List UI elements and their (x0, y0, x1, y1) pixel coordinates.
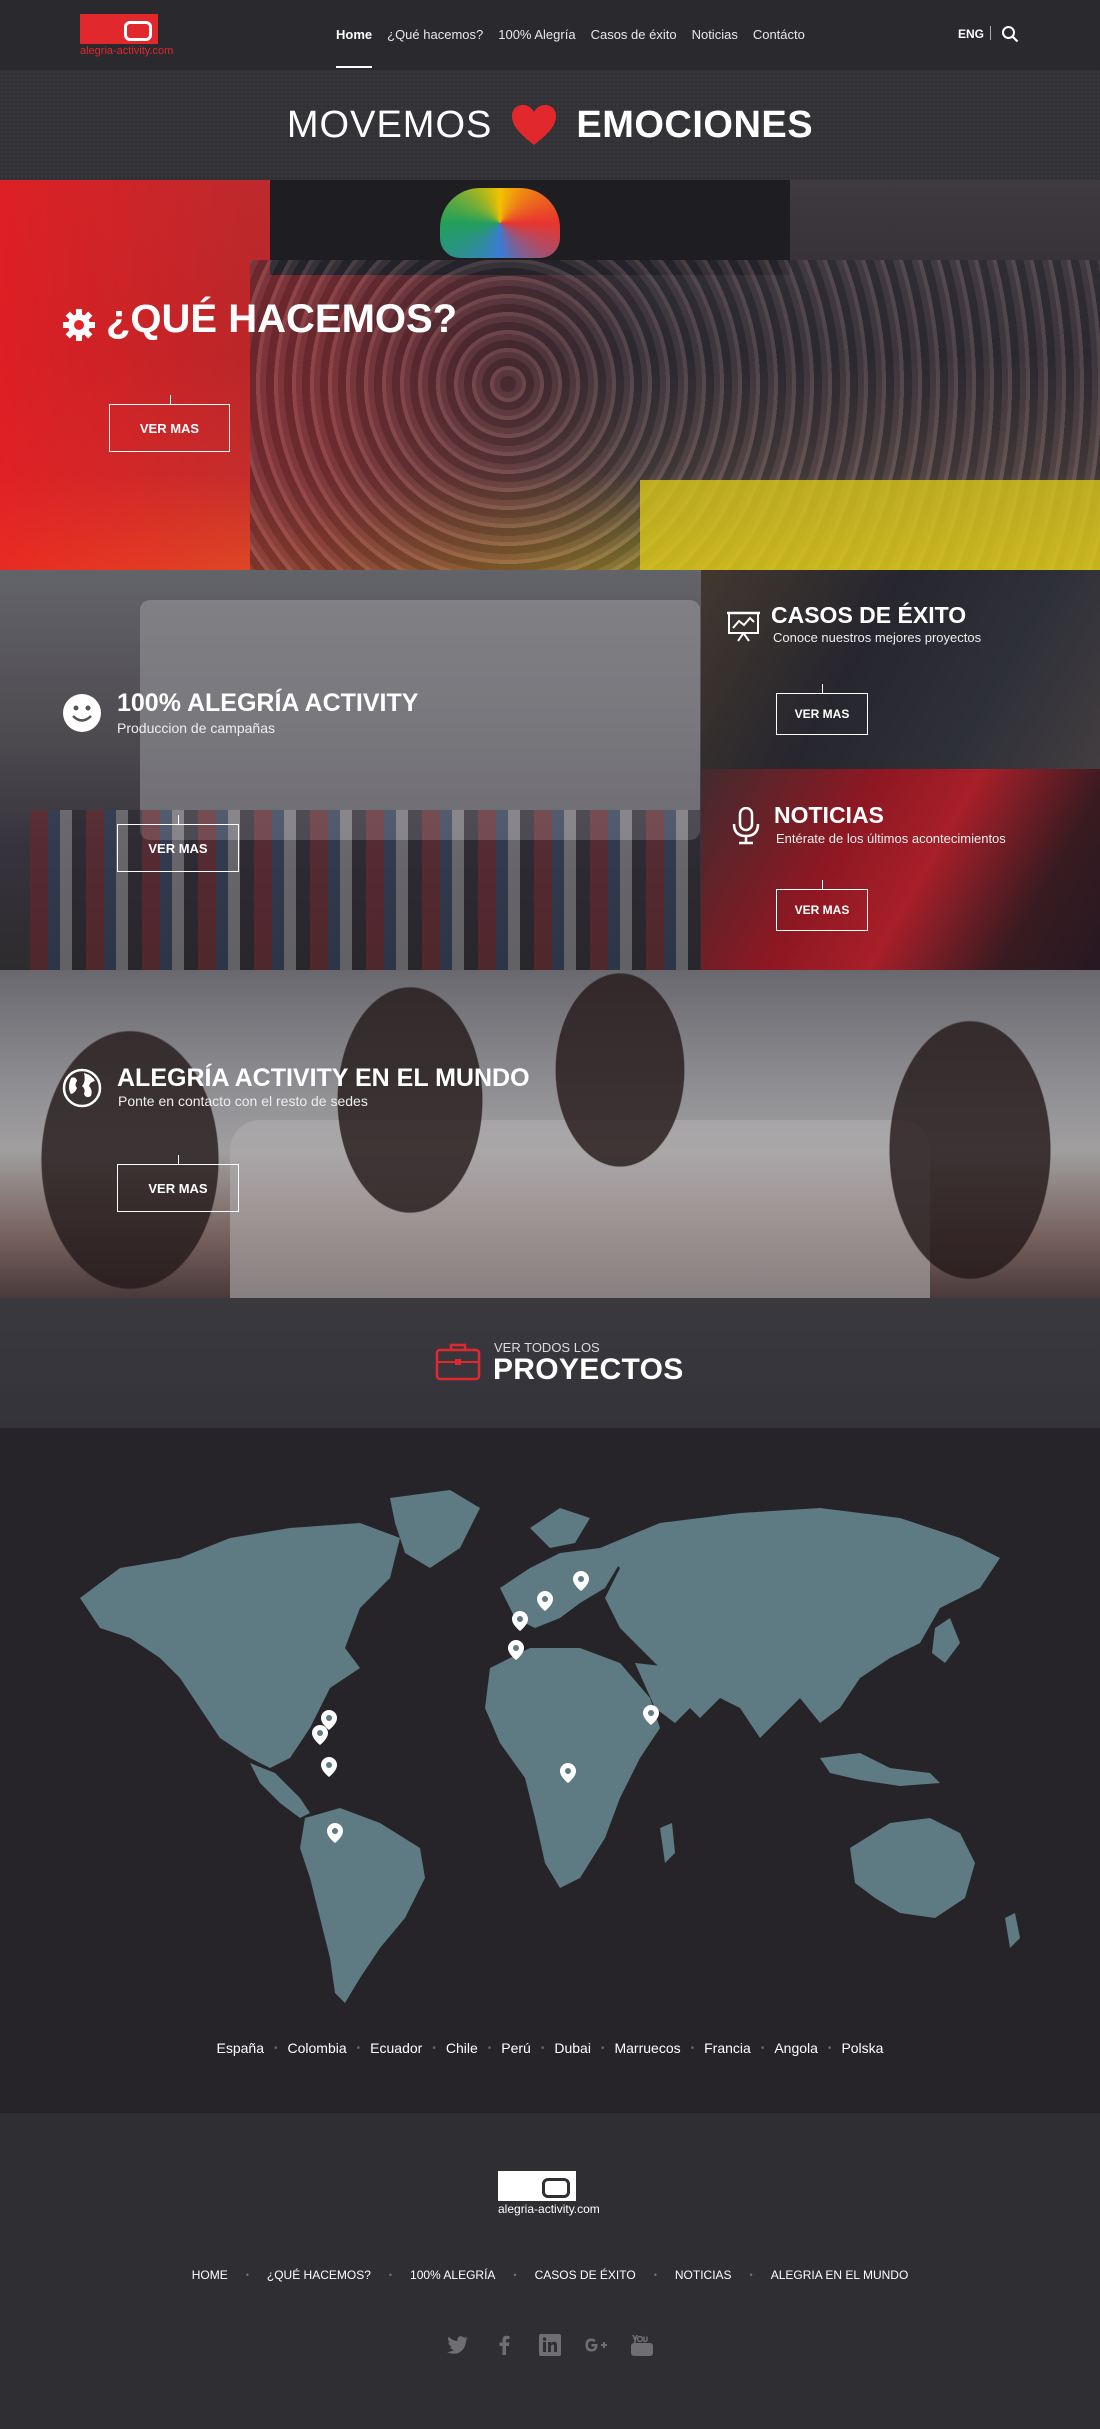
panel-overlay (0, 970, 1100, 1298)
separator-dot: • (432, 2042, 436, 2054)
country-link[interactable]: Perú (501, 2040, 531, 2056)
language-switch[interactable]: ENG (958, 27, 984, 41)
panel-subtitle: Ponte en contacto con el resto de sedes (118, 1093, 368, 1109)
logo-mark (498, 2171, 576, 2201)
country-link[interactable]: Colombia (288, 2040, 347, 2056)
google-plus-icon[interactable] (584, 2333, 608, 2357)
separator-dot: • (690, 2042, 695, 2054)
linkedin-icon[interactable] (538, 2333, 562, 2357)
top-navbar: alegria-activity.com Home ¿Qué hacemos? … (0, 0, 1100, 70)
separator-dot: • (827, 2042, 832, 2054)
country-link[interactable]: Francia (704, 2040, 751, 2056)
main-menu: Home ¿Qué hacemos? 100% Alegría Casos de… (336, 0, 805, 70)
panel-que-hacemos[interactable]: ¿QUÉ HACEMOS? VER MAS (0, 180, 1100, 570)
separator-dot: • (487, 2042, 492, 2054)
social-links (0, 2333, 1100, 2357)
panel-subtitle: Entérate de los últimos acontecimientos (776, 831, 1006, 846)
presentation-icon (727, 611, 760, 642)
panel-overlay (701, 570, 1100, 769)
country-link[interactable]: Angola (774, 2040, 818, 2056)
ver-mas-button[interactable]: VER MAS (117, 1155, 239, 1212)
tagline-part1: MOVEMOS (286, 103, 493, 146)
panel-title: 100% ALEGRÍA ACTIVITY (117, 689, 419, 717)
pin-espana (512, 1611, 528, 1631)
smile-icon (63, 694, 101, 732)
panel-subtitle: Produccion de campañas (117, 720, 275, 736)
facebook-icon[interactable] (492, 2333, 516, 2357)
tagline-part2: EMOCIONES (576, 103, 814, 146)
footer-menu: HOME • ¿QUÉ HACEMOS? • 100% ALEGRÍA • CASOS… (0, 2268, 1100, 2282)
twitter-icon[interactable] (446, 2333, 470, 2357)
footer-logo-url: alegria-activity.com (498, 2202, 600, 2216)
country-link[interactable]: Marruecos (614, 2040, 680, 2056)
panel-noticias[interactable]: NOTICIAS Entérate de los últimos acontec… (701, 769, 1100, 970)
nav-casos[interactable]: Casos de éxito (591, 0, 677, 70)
panel-title: NOTICIAS (774, 802, 884, 828)
separator-dot: • (274, 2042, 278, 2054)
briefcase-icon (435, 1343, 481, 1381)
separator-dot: • (540, 2042, 545, 2054)
logo-mark (80, 14, 158, 44)
globe-icon (62, 1068, 102, 1108)
separator-dot: • (600, 2042, 605, 2054)
countries-list: España • Colombia • Ecuador • Chile • Perú • … (0, 2040, 1100, 2056)
heart-icon (512, 105, 557, 145)
separator-dot: • (245, 2270, 249, 2280)
ver-mas-button[interactable]: VER MAS (776, 684, 868, 735)
footer-link-mundo[interactable]: ALEGRIA EN EL MUNDO (771, 2268, 909, 2282)
panel-alegria-en-el-mundo[interactable]: ALEGRÍA ACTIVITY EN EL MUNDO Ponte en co… (0, 970, 1100, 1298)
ver-mas-button[interactable]: VER MAS (776, 880, 868, 931)
nav-divider (990, 26, 991, 40)
separator-dot: • (356, 2042, 361, 2054)
country-link[interactable]: Ecuador (370, 2040, 422, 2056)
world-map (80, 1490, 1020, 2003)
projects-link-bar[interactable]: VER TODOS LOS PROYECTOS (0, 1298, 1100, 1428)
separator-dot: • (388, 2270, 393, 2280)
footer-link-casos[interactable]: CASOS DE ÉXITO (535, 2268, 636, 2282)
separator-dot: • (749, 2270, 753, 2280)
panel-casos-de-exito[interactable]: CASOS DE ÉXITO Conoce nuestros mejores p… (701, 570, 1100, 769)
brand-logo[interactable]: alegria-activity.com (80, 14, 173, 57)
country-link[interactable]: Dubai (554, 2040, 591, 2056)
microphone-icon (732, 807, 760, 845)
nav-home[interactable]: Home (336, 0, 373, 70)
footer-link-que-hacemos[interactable]: ¿QUÉ HACEMOS? (267, 2268, 371, 2282)
footer-link-alegria[interactable]: 100% ALEGRÍA (410, 2268, 495, 2282)
nav-noticias[interactable]: Noticias (692, 0, 738, 70)
pin-peru (321, 1757, 337, 1777)
separator-dot: • (653, 2270, 657, 2280)
footer-link-noticias[interactable]: NOTICIAS (675, 2268, 732, 2282)
country-link[interactable]: Polska (841, 2040, 883, 2056)
world-map-section: España • Colombia • Ecuador • Chile • Perú • … (0, 1428, 1100, 2113)
footer-logo[interactable]: alegria-activity.com (498, 2171, 600, 2216)
footer-link-home[interactable]: HOME (192, 2268, 228, 2282)
nav-que-hacemos[interactable]: ¿Qué hacemos? (387, 0, 483, 70)
colorful-hand-logo (440, 188, 560, 258)
separator-dot: • (513, 2270, 517, 2280)
tagline-banner: MOVEMOS EMOCIONES (0, 70, 1100, 180)
separator-dot: • (760, 2042, 765, 2054)
projects-big-label: PROYECTOS (493, 1353, 684, 1386)
panel-title: ALEGRÍA ACTIVITY EN EL MUNDO (117, 1064, 530, 1092)
ver-mas-button[interactable]: VER MAS (117, 815, 239, 872)
youtube-icon[interactable] (630, 2333, 654, 2357)
country-link[interactable]: España (217, 2040, 264, 2056)
panel-overlay (0, 570, 701, 970)
footer: alegria-activity.com HOME • ¿QUÉ HACEMOS?… (0, 2113, 1100, 2429)
logo-url: alegria-activity.com (80, 45, 174, 57)
panel-overlay (701, 769, 1100, 970)
court-floor (640, 480, 1100, 570)
panel-alegria-activity[interactable]: 100% ALEGRÍA ACTIVITY Produccion de camp… (0, 570, 701, 970)
panel-title: CASOS DE ÉXITO (771, 602, 967, 628)
panel-subtitle: Conoce nuestros mejores proyectos (773, 630, 982, 645)
panel-title: ¿QUÉ HACEMOS? (106, 297, 458, 341)
nav-alegria[interactable]: 100% Alegría (498, 0, 575, 70)
gear-icon (63, 309, 95, 341)
search-icon[interactable] (1001, 25, 1019, 43)
ver-mas-button[interactable]: VER MAS (109, 395, 230, 452)
nav-contacto[interactable]: Contácto (753, 0, 805, 70)
country-link[interactable]: Chile (446, 2040, 478, 2056)
pin-ecuador (312, 1725, 328, 1745)
